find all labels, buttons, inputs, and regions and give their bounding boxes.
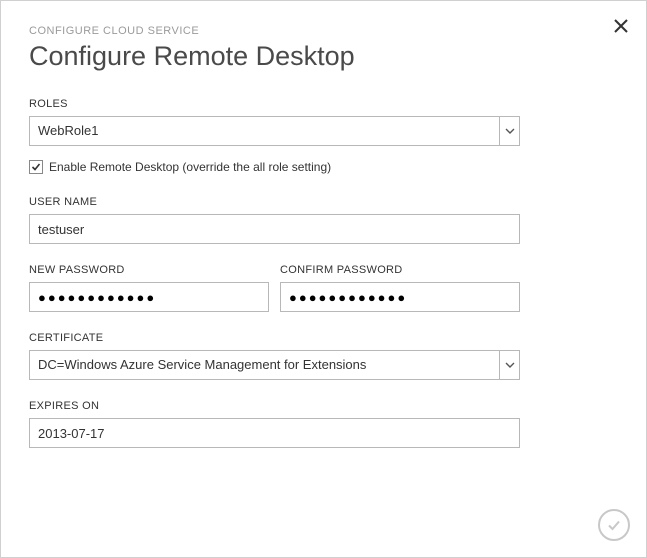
breadcrumb: CONFIGURE CLOUD SERVICE	[29, 25, 618, 37]
check-icon	[606, 517, 622, 533]
close-icon[interactable]	[614, 19, 628, 33]
new-password-label: NEW PASSWORD	[29, 264, 269, 276]
certificate-select[interactable]: DC=Windows Azure Service Management for …	[29, 350, 520, 380]
enable-remote-desktop-label: Enable Remote Desktop (override the all …	[49, 160, 331, 174]
username-input[interactable]	[29, 214, 520, 244]
expires-label: EXPIRES ON	[29, 400, 618, 412]
new-password-input[interactable]	[29, 282, 269, 312]
expires-input[interactable]	[29, 418, 520, 448]
certificate-label: CERTIFICATE	[29, 332, 618, 344]
page-title: Configure Remote Desktop	[29, 41, 618, 72]
username-label: USER NAME	[29, 196, 618, 208]
confirm-button[interactable]	[598, 509, 630, 541]
confirm-password-label: CONFIRM PASSWORD	[280, 264, 520, 276]
enable-remote-desktop-checkbox[interactable]	[29, 160, 43, 174]
roles-select[interactable]: WebRole1	[29, 116, 520, 146]
roles-label: ROLES	[29, 98, 618, 110]
confirm-password-input[interactable]	[280, 282, 520, 312]
